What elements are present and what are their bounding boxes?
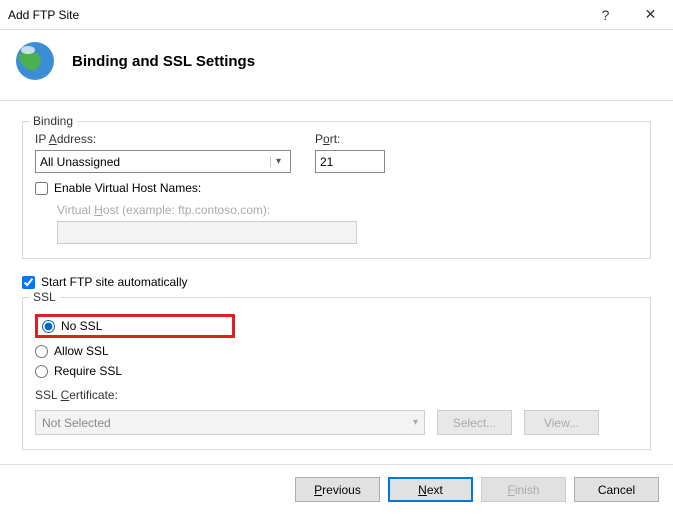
enable-virtual-host-label: Enable Virtual Host Names: xyxy=(54,181,201,195)
chevron-down-icon: ▾ xyxy=(270,156,286,167)
close-button[interactable]: ✕ xyxy=(628,0,673,30)
allow-ssl-label: Allow SSL xyxy=(54,344,109,358)
cancel-button[interactable]: Cancel xyxy=(574,477,659,502)
chevron-down-icon: ▾ xyxy=(413,417,418,428)
no-ssl-radio[interactable] xyxy=(42,320,55,333)
select-certificate-button: Select... xyxy=(437,410,512,435)
ip-address-select[interactable]: All Unassigned ▾ xyxy=(35,150,291,173)
page-title: Binding and SSL Settings xyxy=(72,53,255,70)
ssl-certificate-select: Not Selected ▾ xyxy=(35,410,425,435)
binding-legend: Binding xyxy=(29,114,77,128)
require-ssl-radio[interactable] xyxy=(35,365,48,378)
help-button[interactable]: ? xyxy=(583,0,628,30)
ssl-certificate-label: SSL Certificate: xyxy=(35,388,638,402)
next-button[interactable]: Next xyxy=(388,477,473,502)
page-header: Binding and SSL Settings xyxy=(0,30,673,100)
ip-address-label: IP Address: xyxy=(35,132,295,146)
no-ssl-highlight: No SSL xyxy=(35,314,235,338)
port-label: Port: xyxy=(315,132,385,146)
binding-group: Binding IP Address: All Unassigned ▾ Por… xyxy=(22,121,651,259)
ip-address-value: All Unassigned xyxy=(40,155,120,169)
virtual-host-label: Virtual Host (example: ftp.contoso.com): xyxy=(57,203,638,217)
wizard-footer: Previous Next Finish Cancel xyxy=(0,464,673,514)
window-title: Add FTP Site xyxy=(8,8,583,22)
previous-button[interactable]: Previous xyxy=(295,477,380,502)
no-ssl-label: No SSL xyxy=(61,319,102,333)
finish-button: Finish xyxy=(481,477,566,502)
require-ssl-label: Require SSL xyxy=(54,364,122,378)
ssl-certificate-value: Not Selected xyxy=(42,416,111,430)
port-input[interactable] xyxy=(315,150,385,173)
view-certificate-button: View... xyxy=(524,410,599,435)
allow-ssl-radio[interactable] xyxy=(35,345,48,358)
titlebar: Add FTP Site ? ✕ xyxy=(0,0,673,30)
ssl-group: SSL No SSL Allow SSL Require SSL SSL Cer… xyxy=(22,297,651,450)
start-automatically-checkbox[interactable] xyxy=(22,276,35,289)
globe-icon xyxy=(14,40,56,82)
enable-virtual-host-checkbox[interactable] xyxy=(35,182,48,195)
start-automatically-label: Start FTP site automatically xyxy=(41,275,188,289)
virtual-host-input xyxy=(57,221,357,244)
ssl-legend: SSL xyxy=(29,290,60,304)
